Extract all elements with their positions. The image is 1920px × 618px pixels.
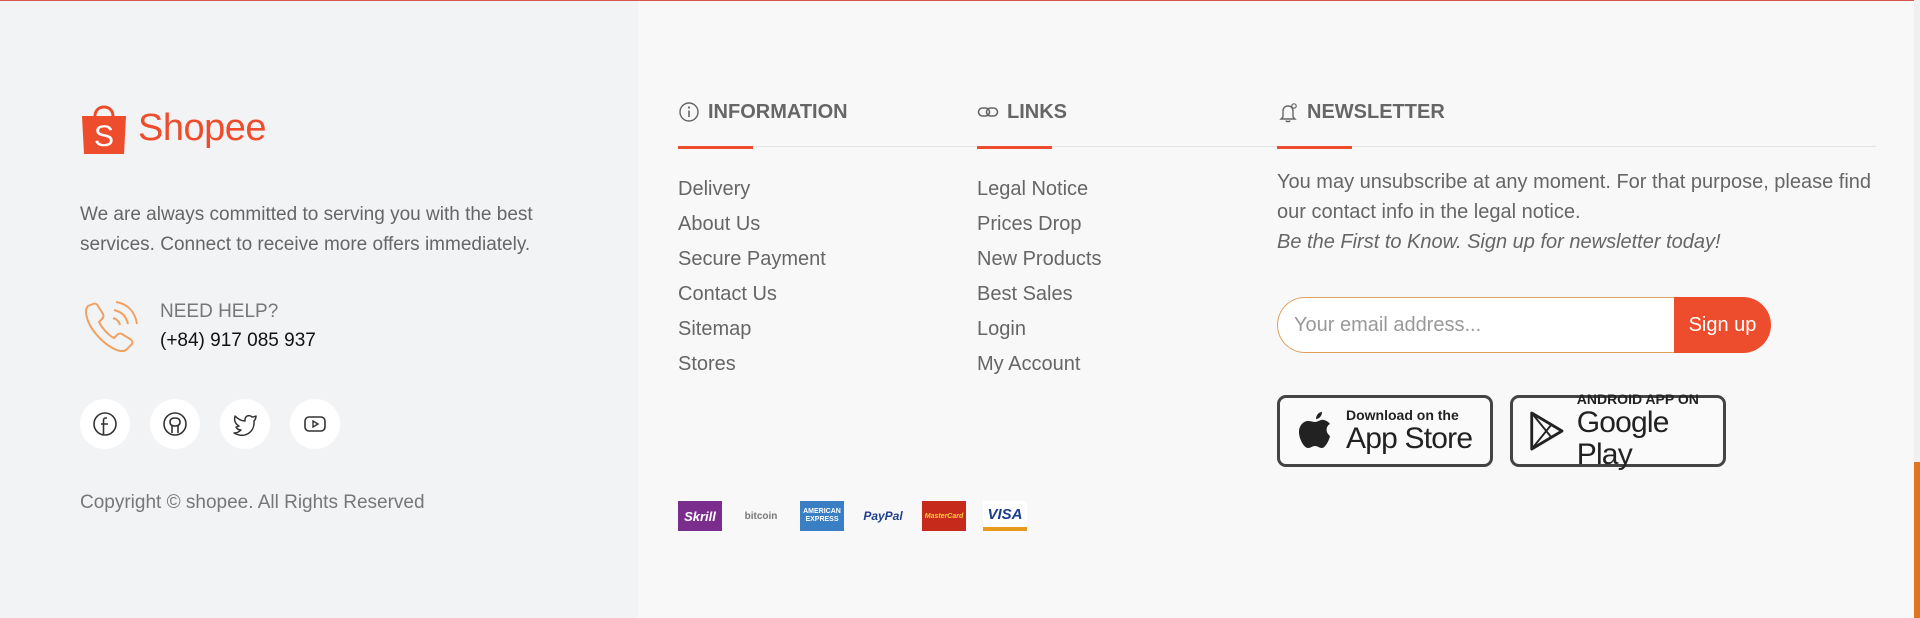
link-secure-payment[interactable]: Secure Payment	[678, 242, 826, 277]
visa-logo: VISA	[983, 501, 1027, 531]
bitcoin-logo: bitcoin	[739, 501, 783, 531]
information-links: Delivery About Us Secure Payment Contact…	[678, 172, 826, 382]
shopee-logo[interactable]: S Shopee	[80, 100, 267, 156]
links-underline	[977, 146, 1052, 149]
brand-name: Shopee	[138, 106, 267, 149]
link-login[interactable]: Login	[977, 312, 1102, 347]
signup-button[interactable]: Sign up	[1674, 297, 1771, 353]
google-play-small-text: ANDROID APP ON	[1576, 391, 1699, 407]
svg-text:S: S	[94, 120, 114, 153]
google-play-icon	[1530, 411, 1564, 451]
app-store-small-text: Download on the	[1346, 407, 1459, 423]
newsletter-description: You may unsubscribe at any moment. For t…	[1277, 167, 1877, 257]
links-heading: LINKS	[977, 98, 1067, 126]
links-title: LINKS	[1007, 100, 1067, 123]
about-text: We are always committed to serving you w…	[80, 204, 533, 255]
links-list: Legal Notice Prices Drop New Products Be…	[977, 172, 1102, 382]
facebook-icon	[93, 412, 117, 436]
link-icon	[977, 107, 999, 117]
social-links	[80, 399, 340, 449]
scrollbar-thumb[interactable]	[1914, 462, 1920, 618]
link-prices-drop[interactable]: Prices Drop	[977, 207, 1102, 242]
youtube-button[interactable]	[290, 399, 340, 449]
link-about-us[interactable]: About Us	[678, 207, 826, 242]
info-icon	[679, 102, 699, 122]
link-sitemap[interactable]: Sitemap	[678, 312, 826, 347]
newsletter-underline	[1277, 146, 1352, 149]
github-icon	[163, 412, 187, 436]
newsletter-heading: NEWSLETTER	[1277, 98, 1445, 126]
twitter-button[interactable]	[220, 399, 270, 449]
email-input[interactable]	[1277, 297, 1674, 353]
google-play-big-text: Google Play	[1576, 406, 1670, 471]
google-play-badge[interactable]: ANDROID APP ON Google Play	[1510, 391, 1726, 471]
help-phone[interactable]: (+84) 917 085 937	[160, 326, 316, 356]
link-legal-notice[interactable]: Legal Notice	[977, 172, 1102, 207]
newsletter-tagline: Be the First to Know. Sign up for newsle…	[1277, 231, 1721, 253]
shopping-bag-icon: S	[82, 105, 126, 154]
app-store-badge[interactable]: Download on the App Store	[1277, 395, 1493, 467]
phone-icon	[85, 301, 138, 352]
newsletter-text: You may unsubscribe at any moment. For t…	[1277, 171, 1872, 223]
scrollbar-track[interactable]	[1914, 0, 1920, 618]
information-title: INFORMATION	[708, 100, 848, 123]
information-column: INFORMATION	[678, 98, 848, 126]
link-contact-us[interactable]: Contact Us	[678, 277, 826, 312]
information-heading: INFORMATION	[678, 98, 848, 126]
payment-methods: Skrill bitcoin AMERICAN EXPRESS PayPal M…	[678, 501, 1027, 531]
newsletter-form: Sign up	[1277, 297, 1773, 355]
newsletter-title: NEWSLETTER	[1307, 100, 1445, 123]
github-button[interactable]	[150, 399, 200, 449]
app-store-big-text: App Store	[1346, 422, 1473, 455]
bell-icon	[1279, 103, 1297, 123]
apple-icon	[1299, 412, 1330, 448]
help-label: NEED HELP?	[160, 301, 279, 322]
skrill-logo: Skrill	[678, 501, 722, 531]
mastercard-logo: MasterCard	[922, 501, 966, 531]
link-stores[interactable]: Stores	[678, 347, 826, 382]
links-column: LINKS	[977, 98, 1067, 126]
facebook-button[interactable]	[80, 399, 130, 449]
newsletter-column: NEWSLETTER	[1277, 98, 1445, 126]
youtube-icon	[304, 416, 326, 432]
information-underline	[678, 146, 753, 149]
link-new-products[interactable]: New Products	[977, 242, 1102, 277]
copyright: Copyright © shopee. All Rights Reserved	[80, 492, 425, 513]
link-best-sales[interactable]: Best Sales	[977, 277, 1102, 312]
twitter-icon	[233, 414, 257, 436]
help-block: NEED HELP? (+84) 917 085 937	[80, 296, 316, 358]
link-delivery[interactable]: Delivery	[678, 172, 826, 207]
paypal-logo: PayPal	[861, 501, 905, 531]
link-my-account[interactable]: My Account	[977, 347, 1102, 382]
amex-logo: AMERICAN EXPRESS	[800, 501, 844, 531]
